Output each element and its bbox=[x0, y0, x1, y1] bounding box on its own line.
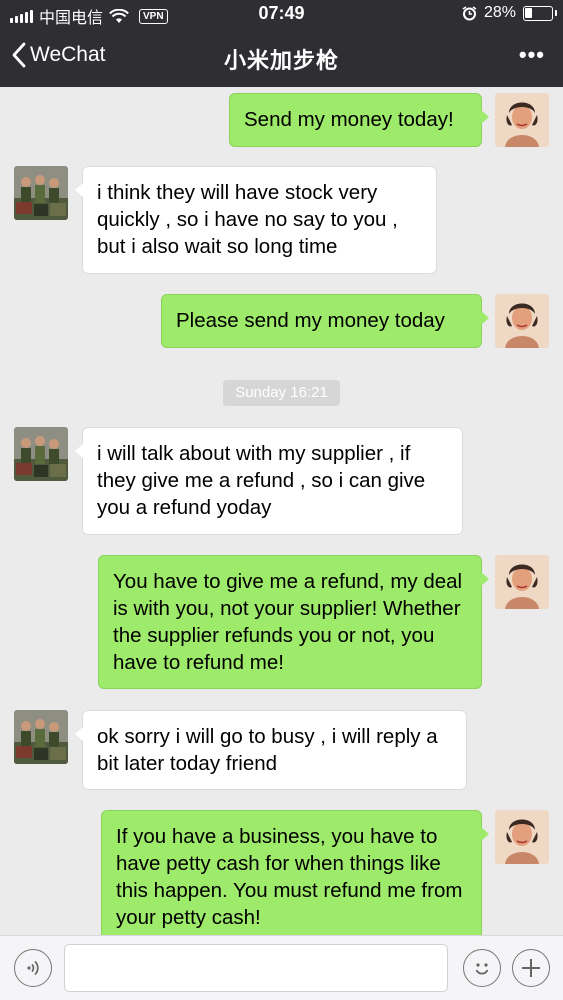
message-bubble-sent[interactable]: If you have a business, you have to have… bbox=[101, 810, 489, 944]
contact-avatar[interactable] bbox=[14, 427, 68, 481]
message-text: You have to give me a refund, my deal is… bbox=[113, 570, 463, 674]
message-text: i will talk about with my supplier , if … bbox=[97, 442, 426, 519]
timestamp-divider: Sunday 16:21 bbox=[223, 380, 340, 406]
voice-button[interactable] bbox=[14, 949, 52, 987]
contact-avatar[interactable] bbox=[14, 166, 68, 220]
status-bar: 中国电信 VPN 07:49 28% bbox=[0, 0, 563, 30]
message-text: ok sorry i will go to busy , i will repl… bbox=[97, 725, 438, 775]
message-bubble-received[interactable]: ok sorry i will go to busy , i will repl… bbox=[75, 710, 467, 790]
message-bubble-received[interactable]: i think they will have stock very quickl… bbox=[75, 166, 437, 274]
message-text: Send my money today! bbox=[244, 108, 454, 131]
message-input[interactable] bbox=[64, 944, 448, 992]
message-bubble-sent[interactable]: Please send my money today bbox=[161, 294, 489, 348]
chat-title: 小米加步枪 bbox=[223, 48, 339, 73]
voice-icon bbox=[27, 960, 39, 976]
more-button[interactable]: ••• bbox=[519, 42, 545, 68]
contact-avatar[interactable] bbox=[14, 710, 68, 764]
message-text: If you have a business, you have to have… bbox=[116, 825, 463, 929]
my-avatar[interactable] bbox=[495, 93, 549, 147]
nav-bar: WeChat 小米加步枪 ••• bbox=[0, 30, 563, 87]
alarm-icon bbox=[462, 5, 477, 20]
my-avatar[interactable] bbox=[495, 555, 549, 609]
plus-icon bbox=[522, 959, 540, 977]
emoji-icon bbox=[475, 963, 489, 975]
my-avatar[interactable] bbox=[495, 294, 549, 348]
plus-button[interactable] bbox=[512, 949, 550, 987]
message-bubble-received[interactable]: i will talk about with my supplier , if … bbox=[75, 427, 463, 535]
emoji-button[interactable] bbox=[463, 949, 501, 987]
message-bubble-sent[interactable]: Send my money today! bbox=[229, 93, 489, 147]
message-text: i think they will have stock very quickl… bbox=[97, 181, 398, 258]
input-bar bbox=[0, 935, 563, 1000]
message-bubble-sent[interactable]: You have to give me a refund, my deal is… bbox=[98, 555, 489, 689]
message-text: Please send my money today bbox=[176, 309, 445, 332]
my-avatar[interactable] bbox=[495, 810, 549, 864]
battery-icon bbox=[523, 5, 557, 21]
battery-percent: 28% bbox=[483, 4, 516, 21]
header: 中国电信 VPN 07:49 28% WeChat 小米加步枪 ••• bbox=[0, 0, 563, 87]
